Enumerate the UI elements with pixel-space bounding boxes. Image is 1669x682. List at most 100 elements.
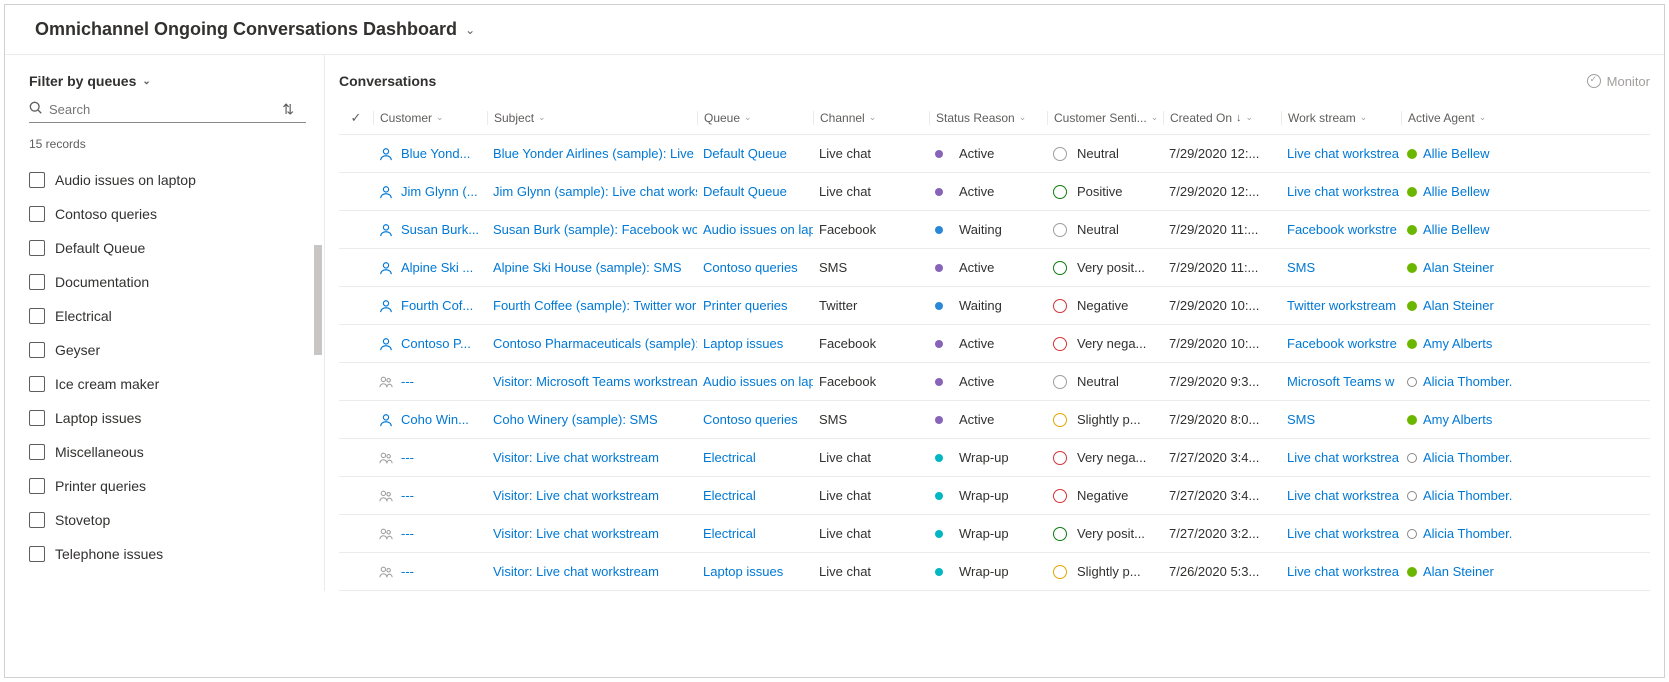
queue-item[interactable]: Contoso queries [21, 197, 324, 231]
queue-link[interactable]: Default Queue [703, 184, 787, 199]
subject-link[interactable]: Jim Glynn (sample): Live chat works [493, 184, 697, 199]
customer-link[interactable]: Coho Win... [401, 412, 469, 427]
workstream-link[interactable]: Microsoft Teams w [1287, 374, 1394, 389]
agent-link[interactable]: Alicia Thomber. [1423, 450, 1512, 465]
col-agent[interactable]: Active Agent⌄ [1401, 111, 1531, 125]
checkbox[interactable] [29, 410, 45, 426]
queue-link[interactable]: Audio issues on lap [703, 374, 813, 389]
workstream-link[interactable]: Twitter workstream [1287, 298, 1396, 313]
checkbox[interactable] [29, 342, 45, 358]
agent-link[interactable]: Alan Steiner [1423, 260, 1494, 275]
table-row[interactable]: --- Visitor: Live chat workstream Electric… [339, 477, 1650, 515]
col-workstream[interactable]: Work stream⌄ [1281, 111, 1401, 125]
queue-link[interactable]: Laptop issues [703, 564, 783, 579]
customer-link[interactable]: Jim Glynn (... [401, 184, 478, 199]
queue-item[interactable]: Geyser [21, 333, 324, 367]
col-select[interactable]: ✓ [339, 110, 373, 126]
col-created[interactable]: Created On↓⌄ [1163, 111, 1281, 125]
subject-link[interactable]: Visitor: Live chat workstream [493, 450, 659, 465]
workstream-link[interactable]: Live chat workstrea [1287, 564, 1399, 579]
subject-link[interactable]: Visitor: Live chat workstream [493, 526, 659, 541]
monitor-button[interactable]: Monitor [1587, 74, 1650, 89]
checkbox[interactable] [29, 206, 45, 222]
queue-item[interactable]: Documentation [21, 265, 324, 299]
checkbox[interactable] [29, 308, 45, 324]
workstream-link[interactable]: Live chat workstrea [1287, 146, 1399, 161]
table-row[interactable]: Fourth Cof... Fourth Coffee (sample): Twi… [339, 287, 1650, 325]
workstream-link[interactable]: Live chat workstrea [1287, 488, 1399, 503]
queue-item[interactable]: Default Queue [21, 231, 324, 265]
scrollbar[interactable] [314, 245, 322, 355]
col-customer[interactable]: Customer⌄ [373, 111, 487, 125]
agent-link[interactable]: Alicia Thomber. [1423, 526, 1512, 541]
search-input[interactable] [49, 102, 282, 117]
queue-item[interactable]: Stovetop [21, 503, 324, 537]
agent-link[interactable]: Amy Alberts [1423, 336, 1492, 351]
workstream-link[interactable]: SMS [1287, 412, 1315, 427]
customer-link[interactable]: --- [401, 488, 414, 503]
queue-item[interactable]: Ice cream maker [21, 367, 324, 401]
agent-link[interactable]: Amy Alberts [1423, 412, 1492, 427]
customer-link[interactable]: --- [401, 526, 414, 541]
table-row[interactable]: --- Visitor: Live chat workstream Electric… [339, 515, 1650, 553]
subject-link[interactable]: Blue Yonder Airlines (sample): Live c [493, 146, 697, 161]
queue-link[interactable]: Electrical [703, 488, 756, 503]
subject-link[interactable]: Susan Burk (sample): Facebook wor [493, 222, 697, 237]
customer-link[interactable]: Blue Yond... [401, 146, 470, 161]
queue-link[interactable]: Default Queue [703, 146, 787, 161]
table-row[interactable]: --- Visitor: Live chat workstream Electric… [339, 439, 1650, 477]
checkbox[interactable] [29, 444, 45, 460]
queue-item[interactable]: Miscellaneous [21, 435, 324, 469]
customer-link[interactable]: --- [401, 450, 414, 465]
workstream-link[interactable]: Live chat workstrea [1287, 184, 1399, 199]
col-channel[interactable]: Channel⌄ [813, 111, 929, 125]
subject-link[interactable]: Alpine Ski House (sample): SMS [493, 260, 682, 275]
table-row[interactable]: Coho Win...Coho Winery (sample): SMSCont… [339, 401, 1650, 439]
queue-item[interactable]: Printer queries [21, 469, 324, 503]
queue-link[interactable]: Contoso queries [703, 260, 798, 275]
workstream-link[interactable]: Live chat workstrea [1287, 450, 1399, 465]
checkbox[interactable] [29, 546, 45, 562]
checkbox[interactable] [29, 376, 45, 392]
customer-link[interactable]: Susan Burk... [401, 222, 479, 237]
queue-item[interactable]: Audio issues on laptop [21, 163, 324, 197]
checkbox[interactable] [29, 172, 45, 188]
agent-link[interactable]: Alan Steiner [1423, 564, 1494, 579]
table-row[interactable]: Susan Burk... Susan Burk (sample): Facebo… [339, 211, 1650, 249]
col-status[interactable]: Status Reason⌄ [929, 111, 1047, 125]
workstream-link[interactable]: SMS [1287, 260, 1315, 275]
table-row[interactable]: Alpine Ski ... Alpine Ski House (sample):… [339, 249, 1650, 287]
col-sentiment[interactable]: Customer Senti...⌄ [1047, 111, 1163, 125]
subject-link[interactable]: Fourth Coffee (sample): Twitter wor [493, 298, 696, 313]
customer-link[interactable]: Alpine Ski ... [401, 260, 473, 275]
queue-link[interactable]: Electrical [703, 526, 756, 541]
sort-icon[interactable]: ⇅ [282, 101, 294, 118]
table-row[interactable]: ---Visitor: Live chat workstreamLaptop i… [339, 553, 1650, 591]
queue-item[interactable]: Telephone issues [21, 537, 324, 571]
checkbox[interactable] [29, 240, 45, 256]
queue-link[interactable]: Electrical [703, 450, 756, 465]
col-subject[interactable]: Subject⌄ [487, 111, 697, 125]
checkbox[interactable] [29, 512, 45, 528]
customer-link[interactable]: Contoso P... [401, 336, 471, 351]
title-chevron-icon[interactable]: ⌄ [465, 23, 475, 37]
checkbox[interactable] [29, 274, 45, 290]
workstream-link[interactable]: Facebook workstre [1287, 336, 1397, 351]
col-queue[interactable]: Queue⌄ [697, 111, 813, 125]
workstream-link[interactable]: Live chat workstrea [1287, 526, 1399, 541]
customer-link[interactable]: Fourth Cof... [401, 298, 473, 313]
table-row[interactable]: Contoso P... Contoso Pharmaceuticals (sam… [339, 325, 1650, 363]
checkbox[interactable] [29, 478, 45, 494]
subject-link[interactable]: Visitor: Microsoft Teams workstrean [493, 374, 697, 389]
queue-link[interactable]: Printer queries [703, 298, 788, 313]
queue-link[interactable]: Audio issues on lap [703, 222, 813, 237]
queue-item[interactable]: Laptop issues [21, 401, 324, 435]
agent-link[interactable]: Alan Steiner [1423, 298, 1494, 313]
subject-link[interactable]: Visitor: Live chat workstream [493, 488, 659, 503]
subject-link[interactable]: Contoso Pharmaceuticals (sample): [493, 336, 697, 351]
agent-link[interactable]: Alicia Thomber. [1423, 374, 1512, 389]
workstream-link[interactable]: Facebook workstre [1287, 222, 1397, 237]
agent-link[interactable]: Allie Bellew [1423, 184, 1489, 199]
filter-heading[interactable]: Filter by queues ⌄ [21, 73, 324, 89]
queue-item[interactable]: Electrical [21, 299, 324, 333]
